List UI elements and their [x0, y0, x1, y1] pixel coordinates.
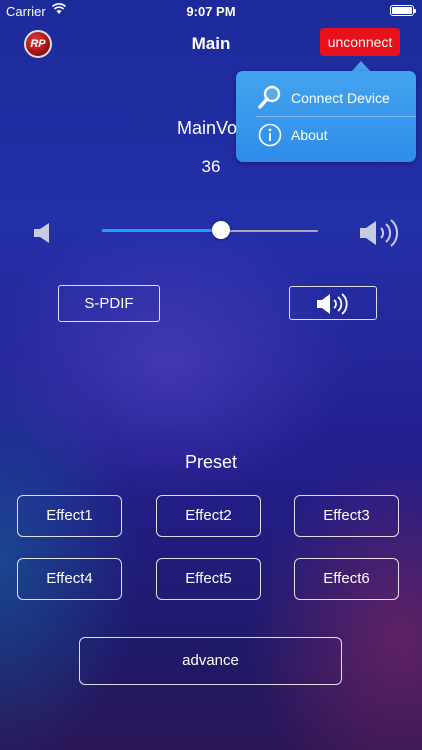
popup-menu: Connect Device About	[236, 71, 416, 162]
unconnect-button[interactable]: unconnect	[320, 28, 400, 56]
speaker-loud-icon	[317, 293, 348, 315]
info-icon	[258, 123, 282, 147]
main-volume-label: MainVo	[177, 118, 238, 138]
effect2-button[interactable]: Effect2	[156, 495, 261, 537]
volume-slider-fill	[102, 229, 221, 232]
status-time: 9:07 PM	[186, 4, 236, 19]
volume-slider-thumb[interactable]	[211, 221, 230, 239]
menu-item-label: Connect Device	[291, 90, 390, 106]
menu-item-label: About	[291, 127, 328, 143]
battery-icon	[390, 5, 416, 16]
advance-button[interactable]: advance	[79, 637, 342, 685]
effect6-button[interactable]: Effect6	[294, 558, 399, 600]
spdif-button[interactable]: S-PDIF	[58, 285, 160, 322]
status-bar: Carrier 9:07 PM	[0, 0, 422, 22]
speaker-quiet-icon[interactable]	[30, 220, 54, 246]
main-volume-value: 36	[201, 157, 221, 176]
effect5-button[interactable]: Effect5	[156, 558, 261, 600]
mute-toggle-button[interactable]	[289, 286, 377, 320]
menu-item-connect-device[interactable]: Connect Device	[236, 80, 416, 116]
preset-label: Preset	[184, 452, 238, 472]
menu-item-about[interactable]: About	[236, 117, 416, 153]
effect1-button[interactable]: Effect1	[17, 495, 122, 537]
speaker-loud-icon[interactable]	[358, 216, 402, 250]
effect4-button[interactable]: Effect4	[17, 558, 122, 600]
search-icon	[258, 85, 281, 109]
effect3-button[interactable]: Effect3	[294, 495, 399, 537]
